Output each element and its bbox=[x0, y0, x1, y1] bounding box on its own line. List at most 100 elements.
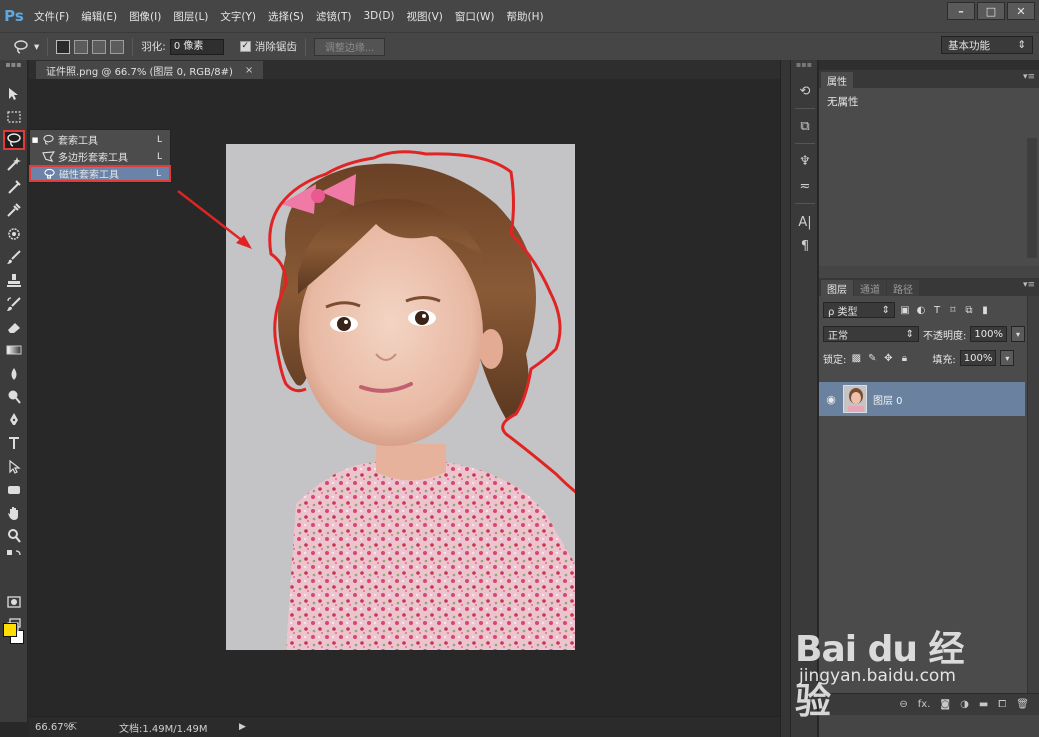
tab-layers[interactable]: 图层 bbox=[821, 280, 853, 296]
menu-type[interactable]: 文字(Y) bbox=[214, 0, 262, 32]
layer-row[interactable]: ◉ 图层 0 bbox=[819, 382, 1025, 416]
filter-pixel-icon[interactable]: ▣ bbox=[899, 304, 911, 316]
close-button[interactable]: ✕ bbox=[1007, 2, 1035, 20]
lock-transparency-icon[interactable]: ▩ bbox=[850, 352, 862, 364]
minimize-button[interactable]: – bbox=[947, 2, 975, 20]
panel-grip-icon[interactable]: ▪▪▪ bbox=[791, 60, 817, 72]
swap-colors-icon[interactable] bbox=[3, 546, 25, 560]
filter-type-icon[interactable]: T bbox=[931, 304, 943, 316]
trash-icon[interactable]: 🗑︎ bbox=[1016, 699, 1029, 710]
eye-icon[interactable]: ◉ bbox=[819, 393, 843, 406]
document-tab[interactable]: 证件照.png @ 66.7% (图层 0, RGB/8#) × bbox=[36, 61, 264, 79]
path-selection-tool-icon[interactable] bbox=[3, 457, 25, 477]
menu-image[interactable]: 图像(I) bbox=[123, 0, 167, 32]
watermark-url: jingyan.baidu.com bbox=[799, 666, 956, 686]
tab-channels[interactable]: 通道 bbox=[854, 280, 886, 296]
filter-shape-icon[interactable]: ⌑ bbox=[947, 304, 959, 316]
export-icon[interactable]: ⇱ bbox=[69, 722, 119, 733]
antialias-label: 消除锯齿 bbox=[254, 41, 297, 53]
blur-tool-icon[interactable] bbox=[3, 364, 25, 384]
brush-panel-icon[interactable]: ♆ bbox=[796, 152, 814, 170]
lock-all-icon[interactable]: 🔒︎ bbox=[898, 352, 910, 364]
flyout-item-magnetic-lasso[interactable]: 磁性套索工具 L bbox=[29, 165, 171, 182]
menu-select[interactable]: 选择(S) bbox=[262, 0, 310, 32]
close-tab-icon[interactable]: × bbox=[245, 65, 253, 76]
zoom-level[interactable]: 66.67% bbox=[29, 722, 73, 733]
feather-input[interactable]: 0 像素 bbox=[169, 38, 224, 55]
eraser-tool-icon[interactable] bbox=[3, 317, 25, 337]
clone-stamp-tool-icon[interactable] bbox=[3, 270, 25, 290]
blend-mode-select[interactable]: 正常 ⇕ bbox=[823, 326, 919, 342]
add-selection-icon[interactable] bbox=[74, 39, 89, 54]
menu-view[interactable]: 视图(V) bbox=[401, 0, 449, 32]
type-tool-icon[interactable] bbox=[3, 433, 25, 453]
menu-3d[interactable]: 3D(D) bbox=[357, 0, 400, 32]
document-image[interactable] bbox=[226, 144, 575, 650]
filter-smart-object-icon[interactable]: ⧉ bbox=[963, 304, 975, 316]
filter-toggle-icon[interactable]: ▮ bbox=[979, 304, 991, 316]
status-bar: 66.67% ⇱ 文档:1.49M/1.49M ▶ bbox=[29, 716, 780, 737]
subtract-selection-icon[interactable] bbox=[92, 39, 107, 54]
character-panel-icon[interactable]: A| bbox=[796, 213, 814, 231]
lasso-preset-icon[interactable] bbox=[12, 38, 30, 56]
marquee-tool-icon[interactable] bbox=[3, 107, 25, 127]
brush-tool-icon[interactable] bbox=[3, 247, 25, 267]
current-tool-bullet-icon: ■ bbox=[31, 135, 39, 144]
swatches-panel-icon[interactable]: ⧉ bbox=[796, 117, 814, 135]
panel-menu-icon[interactable]: ▾≡ bbox=[1023, 280, 1035, 290]
menu-filter[interactable]: 滤镜(T) bbox=[310, 0, 358, 32]
quick-mask-icon[interactable] bbox=[3, 592, 25, 612]
layer-name[interactable]: 图层 0 bbox=[873, 392, 903, 407]
status-menu-arrow-icon[interactable]: ▶ bbox=[239, 722, 246, 732]
intersect-selection-icon[interactable] bbox=[110, 39, 125, 54]
zoom-tool-icon[interactable] bbox=[3, 526, 25, 546]
pen-tool-icon[interactable] bbox=[3, 410, 25, 430]
dock-collapse-strip[interactable] bbox=[780, 60, 790, 737]
move-tool-icon[interactable] bbox=[3, 84, 25, 104]
dodge-tool-icon[interactable] bbox=[3, 387, 25, 407]
antialias-checkbox[interactable]: ✓ bbox=[239, 41, 251, 52]
eyedropper-tool-icon[interactable] bbox=[3, 200, 25, 220]
lock-label: 锁定: bbox=[823, 354, 847, 366]
paragraph-panel-icon[interactable]: ¶ bbox=[796, 237, 814, 255]
chevron-down-icon[interactable]: ▾ bbox=[34, 41, 39, 53]
flyout-item-lasso[interactable]: ■ 套索工具 L bbox=[30, 131, 170, 148]
menu-layer[interactable]: 图层(L) bbox=[167, 0, 214, 32]
flyout-item-polygonal-lasso[interactable]: 多边形套索工具 L bbox=[30, 148, 170, 165]
crop-tool-icon[interactable] bbox=[3, 177, 25, 197]
menu-window[interactable]: 窗口(W) bbox=[449, 0, 501, 32]
tab-paths[interactable]: 路径 bbox=[887, 280, 919, 296]
history-brush-tool-icon[interactable] bbox=[3, 294, 25, 314]
refine-edge-button[interactable]: 调整边缘... bbox=[313, 37, 386, 56]
lasso-tool-icon[interactable] bbox=[3, 130, 25, 150]
layer-filter-select[interactable]: ρ 类型 ⇕ bbox=[823, 302, 895, 318]
history-panel-icon[interactable]: ⟲ bbox=[796, 82, 814, 100]
layers-scrollbar[interactable] bbox=[1027, 296, 1039, 693]
panel-menu-icon[interactable]: ▾≡ bbox=[1023, 72, 1035, 82]
workspace-select[interactable]: 基本功能 ⇕ bbox=[941, 36, 1033, 54]
hand-tool-icon[interactable] bbox=[3, 503, 25, 523]
opacity-input[interactable]: 100% bbox=[970, 326, 1007, 342]
foreground-color-swatch[interactable] bbox=[3, 623, 17, 637]
healing-brush-tool-icon[interactable] bbox=[3, 224, 25, 244]
menu-edit[interactable]: 编辑(E) bbox=[75, 0, 123, 32]
polygonal-lasso-icon bbox=[40, 151, 56, 163]
menu-help[interactable]: 帮助(H) bbox=[501, 0, 550, 32]
opacity-dropdown-icon[interactable]: ▾ bbox=[1010, 326, 1025, 342]
lock-position-icon[interactable]: ✥ bbox=[882, 352, 894, 364]
gradient-tool-icon[interactable] bbox=[3, 340, 25, 360]
magic-wand-tool-icon[interactable] bbox=[3, 154, 25, 174]
rectangle-tool-icon[interactable] bbox=[3, 480, 25, 500]
fill-dropdown-icon[interactable]: ▾ bbox=[1000, 350, 1015, 366]
lock-paint-icon[interactable]: ✎ bbox=[866, 352, 878, 364]
filter-adjustment-icon[interactable]: ◐ bbox=[915, 304, 927, 316]
tab-properties[interactable]: 属性 bbox=[821, 72, 853, 88]
panel-grip-icon[interactable]: ▪▪▪ bbox=[0, 60, 27, 72]
new-selection-icon[interactable] bbox=[56, 39, 71, 54]
new-layer-icon[interactable]: ⧠ bbox=[998, 699, 1006, 710]
brush-presets-icon[interactable]: ≂ bbox=[796, 177, 814, 195]
properties-scrollbar[interactable] bbox=[1027, 138, 1037, 258]
maximize-button[interactable]: □ bbox=[977, 2, 1005, 20]
menu-file[interactable]: 文件(F) bbox=[28, 0, 75, 32]
fill-input[interactable]: 100% bbox=[959, 350, 997, 366]
